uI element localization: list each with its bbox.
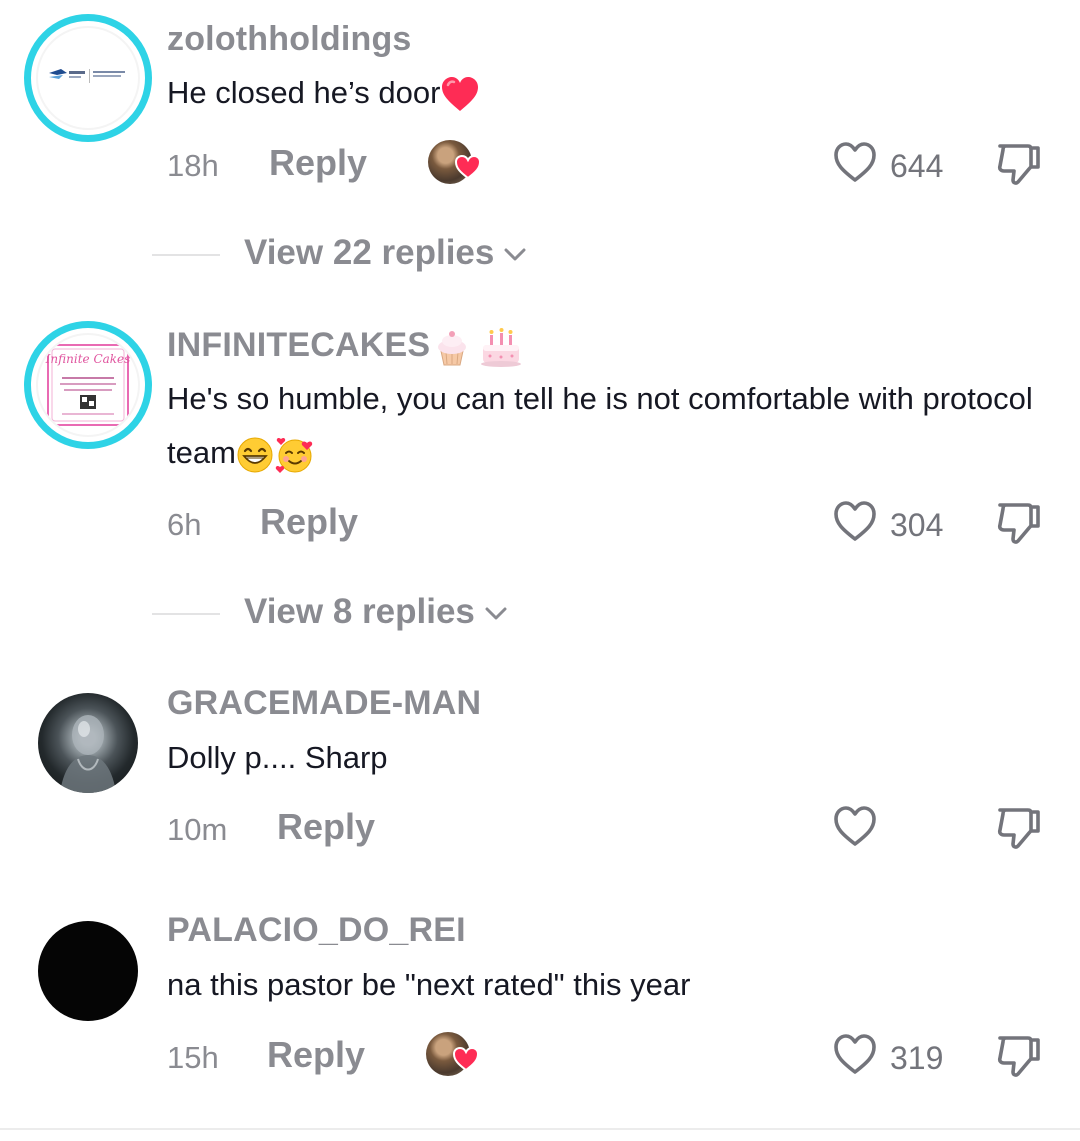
dislike-icon[interactable] [994, 138, 1044, 188]
comment-actions: 6h Reply 304 [0, 495, 1080, 555]
like-count: 644 [890, 148, 944, 184]
view-replies-button[interactable]: View 8 replies [244, 592, 507, 632]
reply-button[interactable]: Reply [277, 806, 375, 848]
reply-button[interactable]: Reply [269, 142, 367, 184]
view-replies-row[interactable]: View 8 replies [0, 589, 1080, 639]
comment-text: na this pastor be "next rated" this year [167, 967, 691, 1002]
timestamp: 18h [167, 148, 219, 183]
avatar-image [60, 715, 116, 793]
comment-actions: 18h Reply 644 [0, 136, 1080, 196]
divider [0, 1128, 1080, 1130]
comment-actions: 15h Reply 319 [0, 1028, 1080, 1088]
divider [152, 254, 220, 256]
dislike-icon[interactable] [994, 497, 1044, 547]
timestamp: 10m [167, 812, 228, 847]
heart-outline-icon[interactable] [832, 802, 878, 850]
avatar[interactable] [38, 921, 138, 1021]
comment-actions: 10m Reply [0, 800, 1080, 860]
chevron-down-icon [485, 607, 507, 620]
heart-outline-icon[interactable] [832, 138, 878, 186]
heart-outline-icon[interactable] [832, 1030, 878, 1078]
reply-button[interactable]: Reply [260, 501, 358, 543]
username[interactable]: zolothholdings [167, 20, 412, 59]
red-heart-emoji [442, 76, 479, 111]
timestamp: 15h [167, 1040, 219, 1075]
smiling-hearts-emoji [275, 437, 313, 473]
red-heart-icon [454, 154, 482, 180]
timestamp: 6h [167, 507, 202, 542]
chevron-down-icon [504, 248, 526, 261]
view-replies-label: View 8 replies [244, 592, 475, 631]
reply-button[interactable]: Reply [267, 1034, 365, 1076]
bakery-logo-text: Infinite Cakes [45, 352, 131, 366]
username-text: INFINITECAKES [167, 325, 431, 364]
grinning-emoji [237, 437, 273, 473]
username[interactable]: INFINITECAKES [167, 325, 524, 369]
comment-text-content: He closed he’s door [167, 75, 441, 110]
comment-text: He closed he’s door [167, 66, 1037, 120]
comment-text: Dolly p.... Sharp [167, 740, 388, 775]
view-replies-button[interactable]: View 22 replies [244, 233, 526, 273]
avatar[interactable] [24, 14, 152, 142]
username[interactable]: PALACIO_DO_REI [167, 911, 466, 950]
creator-liked-badge [426, 1028, 486, 1084]
view-replies-label: View 22 replies [244, 233, 495, 272]
like-count: 319 [890, 1040, 944, 1076]
birthday-cake-emoji [481, 328, 522, 367]
red-heart-icon [452, 1046, 480, 1072]
creator-liked-badge [428, 136, 488, 192]
dislike-icon[interactable] [994, 802, 1044, 852]
divider [152, 613, 220, 615]
cupcake-emoji [438, 331, 467, 366]
dislike-icon[interactable] [994, 1030, 1044, 1080]
avatar[interactable] [38, 693, 138, 793]
view-replies-row[interactable]: View 22 replies [0, 230, 1080, 280]
username[interactable]: GRACEMADE-MAN [167, 684, 481, 723]
avatar[interactable]: Infinite Cakes [24, 321, 152, 449]
heart-outline-icon[interactable] [832, 497, 878, 545]
comment-text: He's so humble, you can tell he is not c… [167, 372, 1037, 480]
like-count: 304 [890, 507, 944, 543]
bakery-logo: Infinite Cakes [45, 344, 131, 426]
company-logo [49, 69, 125, 83]
